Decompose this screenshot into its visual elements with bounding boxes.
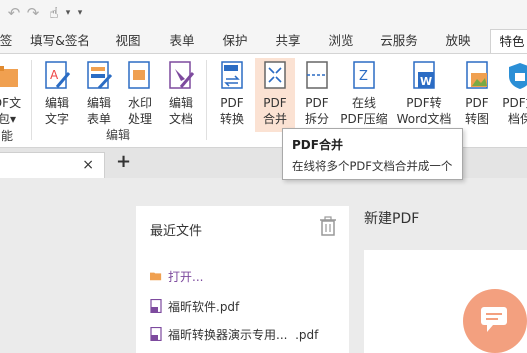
- new-tab-button[interactable]: +: [116, 151, 131, 172]
- pdf-to-word-label-2: Word文档: [396, 112, 452, 126]
- tab-featured[interactable]: 特色: [490, 29, 527, 54]
- redo-icon[interactable]: ↷: [25, 5, 41, 21]
- image-icon: [466, 61, 488, 89]
- online-pdf-compress-button[interactable]: Z 在线 PDF压缩: [340, 58, 388, 132]
- list-item[interactable]: 福昕转换器演示专用... .pdf: [150, 326, 318, 343]
- pdf-merge-icon: [264, 61, 286, 89]
- document-tab[interactable]: ×: [0, 152, 105, 178]
- compress-icon: Z: [353, 61, 375, 89]
- list-item[interactable]: 福昕软件.pdf: [150, 298, 239, 315]
- pdf-file-icon: [150, 327, 162, 341]
- pdf-split-label-2: 拆分: [304, 112, 329, 126]
- online-pdf-compress-label-2: PDF压缩: [340, 112, 388, 126]
- pdf-toolkit-label-2: 包▾: [0, 112, 17, 126]
- tooltip-pdf-merge: PDF合并 在线将多个PDF文档合并成一个: [282, 128, 463, 180]
- edit-form-icon: [87, 61, 113, 90]
- pdf-split-button[interactable]: PDF 拆分: [297, 58, 337, 132]
- online-pdf-compress-label-1: 在线: [351, 96, 376, 110]
- edit-text-label-2: 文字: [44, 112, 69, 126]
- folder-open-icon: [150, 272, 162, 281]
- customize-toolbar-icon[interactable]: ▾: [72, 5, 88, 21]
- new-pdf-title: 新建PDF: [364, 211, 420, 227]
- tab-protect[interactable]: 保护: [215, 29, 255, 53]
- undo-icon[interactable]: ↶: [6, 5, 22, 21]
- pdf-to-image-label-2: 转图: [464, 112, 489, 126]
- close-icon[interactable]: ×: [82, 157, 94, 173]
- pdf-convert-button[interactable]: PDF 转换: [212, 58, 252, 132]
- pdf-split-label-1: PDF: [305, 96, 329, 110]
- file-name: 福昕转换器演示专用... .pdf: [168, 328, 319, 342]
- pdf-convert-label-1: PDF: [220, 96, 244, 110]
- folder-icon: [0, 66, 18, 87]
- pdf-convert-icon: [221, 61, 243, 89]
- shield-icon: [509, 63, 527, 89]
- svg-text:Z: Z: [359, 69, 368, 84]
- open-file-link[interactable]: 打开...: [150, 268, 203, 285]
- pdf-merge-button[interactable]: PDF 合并: [255, 58, 295, 132]
- pdf-toolkit-label-3: 能: [0, 129, 13, 143]
- trash-icon[interactable]: [319, 216, 337, 236]
- ribbon-tabs: 签 填写&签名 视图 表单 保护 共享 浏览 云服务 放映 特色: [0, 29, 527, 54]
- edit-text-button[interactable]: A 编辑 文字: [38, 58, 76, 132]
- tab-share[interactable]: 共享: [268, 29, 308, 53]
- svg-text:A: A: [50, 68, 59, 82]
- pdf-merge-label-1: PDF: [263, 96, 287, 110]
- tab-partial[interactable]: 签: [0, 29, 18, 53]
- pdf-merge-label-2: 合并: [262, 112, 287, 126]
- file-name: 福昕软件.pdf: [168, 300, 240, 314]
- tab-fill-sign[interactable]: 填写&签名: [26, 29, 94, 53]
- tab-view[interactable]: 视图: [108, 29, 148, 53]
- tab-form[interactable]: 表单: [162, 29, 202, 53]
- tab-slideshow[interactable]: 放映: [438, 29, 478, 53]
- pdf-file-icon: [150, 299, 162, 313]
- pdf-to-image-label-1: PDF: [465, 96, 489, 110]
- edit-text-icon: A: [45, 61, 71, 89]
- edit-document-label-2: 文档: [168, 112, 193, 126]
- edit-form-label-2: 表单: [86, 112, 111, 126]
- edit-group-label: 编辑: [106, 128, 131, 142]
- watermark-label-1: 水印: [127, 96, 152, 110]
- edit-document-icon: [169, 61, 195, 89]
- chat-icon: [481, 307, 507, 332]
- recent-files-title: 最近文件: [150, 224, 203, 239]
- quick-access-toolbar: ↶ ↷ ☝ ▾ ▾: [0, 0, 527, 29]
- ribbon-separator: [206, 60, 207, 140]
- pdf-protect-label-1: PDF文: [502, 96, 527, 110]
- edit-text-label-1: 编辑: [44, 96, 69, 110]
- pdf-toolkit-label-1: DF文: [0, 96, 22, 110]
- watermark-label-2: 处理: [127, 112, 152, 126]
- pdf-convert-label-2: 转换: [219, 112, 244, 126]
- edit-form-label-1: 编辑: [86, 96, 111, 110]
- ribbon-separator: [31, 60, 32, 140]
- pdf-to-word-button[interactable]: W PDF转 Word文档: [394, 58, 454, 132]
- word-icon: W: [413, 61, 435, 89]
- tab-browse[interactable]: 浏览: [321, 29, 361, 53]
- recent-files-panel: 最近文件 打开... 福昕软件.pdf 福昕转换器演示专用... .pdf: [136, 206, 349, 353]
- tooltip-description: 在线将多个PDF文档合并成一个: [292, 159, 453, 173]
- svg-text:W: W: [420, 75, 432, 88]
- pdf-toolkit-button[interactable]: DF文 包▾ 能: [0, 58, 24, 143]
- pdf-to-image-button[interactable]: PDF 转图: [458, 58, 496, 132]
- open-file-label: 打开...: [168, 270, 204, 284]
- tab-cloud-service[interactable]: 云服务: [372, 29, 426, 53]
- edit-form-button[interactable]: 编辑 表单: [80, 58, 118, 132]
- pdf-to-word-label-1: PDF转: [406, 96, 442, 110]
- watermark-icon: [128, 61, 150, 89]
- pdf-protect-label-2: 档保: [507, 112, 527, 126]
- pdf-split-icon: [306, 61, 328, 89]
- pdf-protect-button[interactable]: PDF文 档保: [500, 58, 527, 132]
- chat-support-button[interactable]: [463, 289, 527, 353]
- tooltip-title: PDF合并: [292, 138, 343, 152]
- start-page: 最近文件 打开... 福昕软件.pdf 福昕转换器演示专用... .pdf 新建…: [0, 178, 527, 353]
- edit-document-label-1: 编辑: [168, 96, 193, 110]
- edit-document-button[interactable]: 编辑 文档: [162, 58, 200, 132]
- watermark-button[interactable]: 水印 处理: [121, 58, 159, 132]
